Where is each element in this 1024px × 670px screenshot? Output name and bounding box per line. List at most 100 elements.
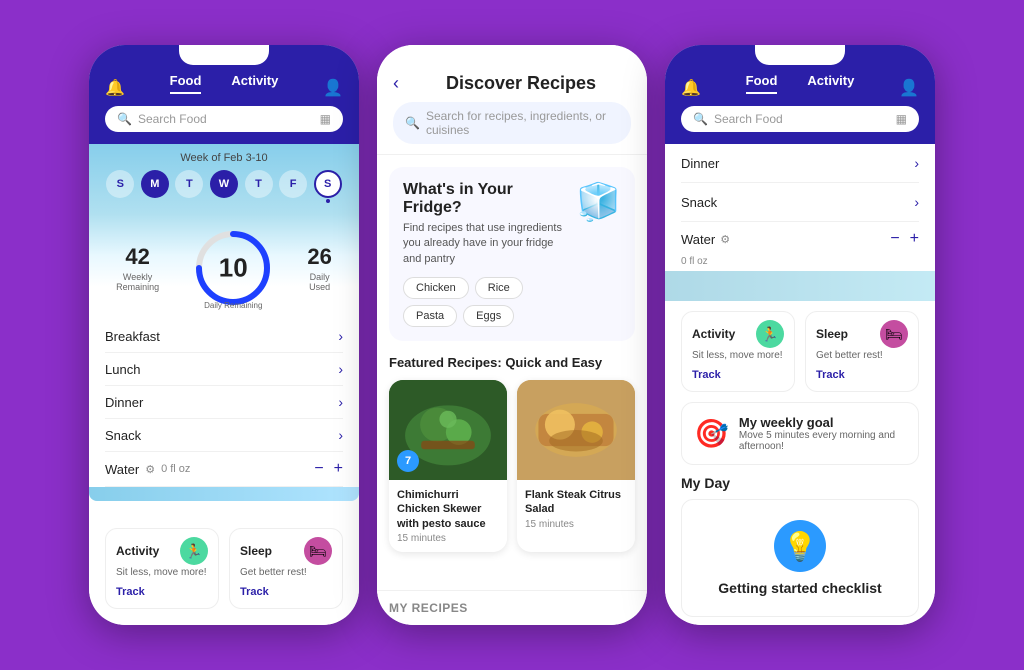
day-t2[interactable]: T xyxy=(245,170,273,198)
meal-row-dinner-3[interactable]: Dinner › xyxy=(681,144,919,183)
tab-food-3[interactable]: Food xyxy=(746,73,778,94)
search-icon-1: 🔍 xyxy=(117,112,132,126)
search-placeholder-2: Search for recipes, ingredients, or cuis… xyxy=(426,109,619,137)
phone-3-content: Dinner › Snack › Water ⚙ − + xyxy=(665,144,935,625)
tag-pasta[interactable]: Pasta xyxy=(403,305,457,327)
day-w[interactable]: W xyxy=(210,170,238,198)
search-icon-3: 🔍 xyxy=(693,112,708,126)
meal-row-breakfast[interactable]: Breakfast › xyxy=(105,320,343,353)
fridge-text: What's in Your Fridge? Find recipes that… xyxy=(403,181,566,327)
back-icon-2[interactable]: ‹ xyxy=(393,73,399,94)
water-wave-3 xyxy=(665,271,935,301)
water-plus-btn-1[interactable]: + xyxy=(334,460,343,478)
activity-title-1: Activity xyxy=(116,544,159,558)
daily-used-value: 26 xyxy=(307,244,331,270)
stats-section: 42 WeeklyRemaining 10 Daily Remaining 26… xyxy=(89,214,359,318)
barcode-icon-3[interactable]: ▦ xyxy=(896,112,907,126)
phone-3-notch xyxy=(755,45,845,65)
user-icon-3: 👤 xyxy=(899,78,919,98)
discover-title: Discover Recipes xyxy=(411,73,631,94)
search-bar-1[interactable]: 🔍 Search Food ▦ xyxy=(105,106,343,132)
recipe-card-chimichurri[interactable]: 7 Chimichurri Chicken Skewer with pesto … xyxy=(389,380,507,552)
meal-snack-3: Snack xyxy=(681,195,717,210)
sleep-card-1: Sleep 🛏 Get better rest! Track xyxy=(229,528,343,609)
sleep-icon-1: 🛏 xyxy=(304,537,332,565)
phone-1-tab-icons: 🔔 Food Activity 👤 xyxy=(105,73,343,102)
phone-1-tabs: Food Activity xyxy=(170,73,279,94)
activity-sleep-cards-3: Activity 🏃 Sit less, move more! Track Sl… xyxy=(665,301,935,402)
recipe-card-flank[interactable]: Flank Steak Citrus Salad 15 minutes xyxy=(517,380,635,552)
my-recipes-label: MY RECIPES xyxy=(389,601,468,615)
chevron-snack: › xyxy=(338,427,343,443)
meal-row-snack[interactable]: Snack › xyxy=(105,419,343,452)
checklist-card: 💡 Getting started checklist xyxy=(681,499,919,617)
day-m[interactable]: M xyxy=(141,170,169,198)
recipe-info-chimichurri: Chimichurri Chicken Skewer with pesto sa… xyxy=(389,480,507,552)
meal-breakfast: Breakfast xyxy=(105,329,160,344)
my-day-label: My Day xyxy=(665,475,935,499)
checklist-title: Getting started checklist xyxy=(718,580,881,596)
daily-remaining-value: 10 xyxy=(219,253,248,284)
daily-used-stat: 26 DailyUsed xyxy=(307,244,331,292)
phone-3-tabs: Food Activity xyxy=(746,73,855,94)
sleep-track-btn-1[interactable]: Track xyxy=(240,586,269,598)
recipe-badge-chimichurri: 7 xyxy=(397,450,419,472)
water-gear-icon-3[interactable]: ⚙ xyxy=(720,233,730,246)
water-controls-3: − + xyxy=(890,230,919,248)
fridge-title: What's in Your Fridge? xyxy=(403,181,566,217)
phone-2: ‹ Discover Recipes 🔍 Search for recipes,… xyxy=(377,45,647,625)
tag-rice[interactable]: Rice xyxy=(475,277,523,299)
recipe-time-flank: 15 minutes xyxy=(525,519,627,530)
goal-desc: Move 5 minutes every morning and afterno… xyxy=(739,430,906,452)
search-placeholder-3: Search Food xyxy=(714,112,783,126)
activity-card-header-1: Activity 🏃 xyxy=(116,537,208,565)
meal-row-lunch[interactable]: Lunch › xyxy=(105,353,343,386)
day-s2[interactable]: S xyxy=(314,170,342,198)
recipe-info-flank: Flank Steak Citrus Salad 15 minutes xyxy=(517,480,635,538)
activity-desc-1: Sit less, move more! xyxy=(116,567,208,578)
recipe-name-flank: Flank Steak Citrus Salad xyxy=(525,488,627,517)
barcode-icon-1[interactable]: ▦ xyxy=(320,112,331,126)
fridge-desc: Find recipes that use ingredients you al… xyxy=(403,221,566,267)
water-label-1: Water xyxy=(105,462,139,477)
daily-used-label: DailyUsed xyxy=(307,272,331,292)
water-minus-btn-3[interactable]: − xyxy=(890,230,899,248)
sleep-title-1: Sleep xyxy=(240,544,272,558)
tab-activity-3[interactable]: Activity xyxy=(807,73,854,94)
activity-track-btn-3[interactable]: Track xyxy=(692,369,721,381)
weekly-goal-card: 🎯 My weekly goal Move 5 minutes every mo… xyxy=(681,402,919,465)
day-f[interactable]: F xyxy=(279,170,307,198)
recipe-cards: 7 Chimichurri Chicken Skewer with pesto … xyxy=(389,380,635,552)
search-bar-3[interactable]: 🔍 Search Food ▦ xyxy=(681,106,919,132)
meal-row-snack-3[interactable]: Snack › xyxy=(681,183,919,222)
sleep-desc-1: Get better rest! xyxy=(240,567,332,578)
activity-icon-3: 🏃 xyxy=(756,320,784,348)
search-bar-2[interactable]: 🔍 Search for recipes, ingredients, or cu… xyxy=(393,102,631,144)
sleep-track-btn-3[interactable]: Track xyxy=(816,369,845,381)
day-s1[interactable]: S xyxy=(106,170,134,198)
week-label: Week of Feb 3-10 xyxy=(103,152,345,164)
goal-title: My weekly goal xyxy=(739,415,906,430)
water-minus-btn-1[interactable]: − xyxy=(314,460,323,478)
water-gear-icon-1[interactable]: ⚙ xyxy=(145,463,155,476)
water-wave-1 xyxy=(89,487,359,501)
weekly-remaining-stat: 42 WeeklyRemaining xyxy=(116,244,159,292)
recipe-name-chimichurri: Chimichurri Chicken Skewer with pesto sa… xyxy=(397,488,499,531)
activity-track-btn-1[interactable]: Track xyxy=(116,586,145,598)
fridge-emoji: 🧊 xyxy=(576,181,621,223)
tag-eggs[interactable]: Eggs xyxy=(463,305,514,327)
meal-row-dinner[interactable]: Dinner › xyxy=(105,386,343,419)
water-plus-btn-3[interactable]: + xyxy=(910,230,919,248)
tab-food-1[interactable]: Food xyxy=(170,73,202,94)
tab-activity-1[interactable]: Activity xyxy=(231,73,278,94)
weekly-remaining-label: WeeklyRemaining xyxy=(116,272,159,292)
tag-chicken[interactable]: Chicken xyxy=(403,277,469,299)
search-placeholder-1: Search Food xyxy=(138,112,207,126)
meal-snack: Snack xyxy=(105,428,141,443)
water-row-3: Water ⚙ − + xyxy=(681,222,919,256)
day-t1[interactable]: T xyxy=(175,170,203,198)
featured-title: Featured Recipes: Quick and Easy xyxy=(389,355,635,370)
phone-3-tab-icons: 🔔 Food Activity 👤 xyxy=(681,73,919,102)
activity-card-header-3: Activity 🏃 xyxy=(692,320,784,348)
bottom-cards-1: Activity 🏃 Sit less, move more! Track Sl… xyxy=(89,520,359,625)
